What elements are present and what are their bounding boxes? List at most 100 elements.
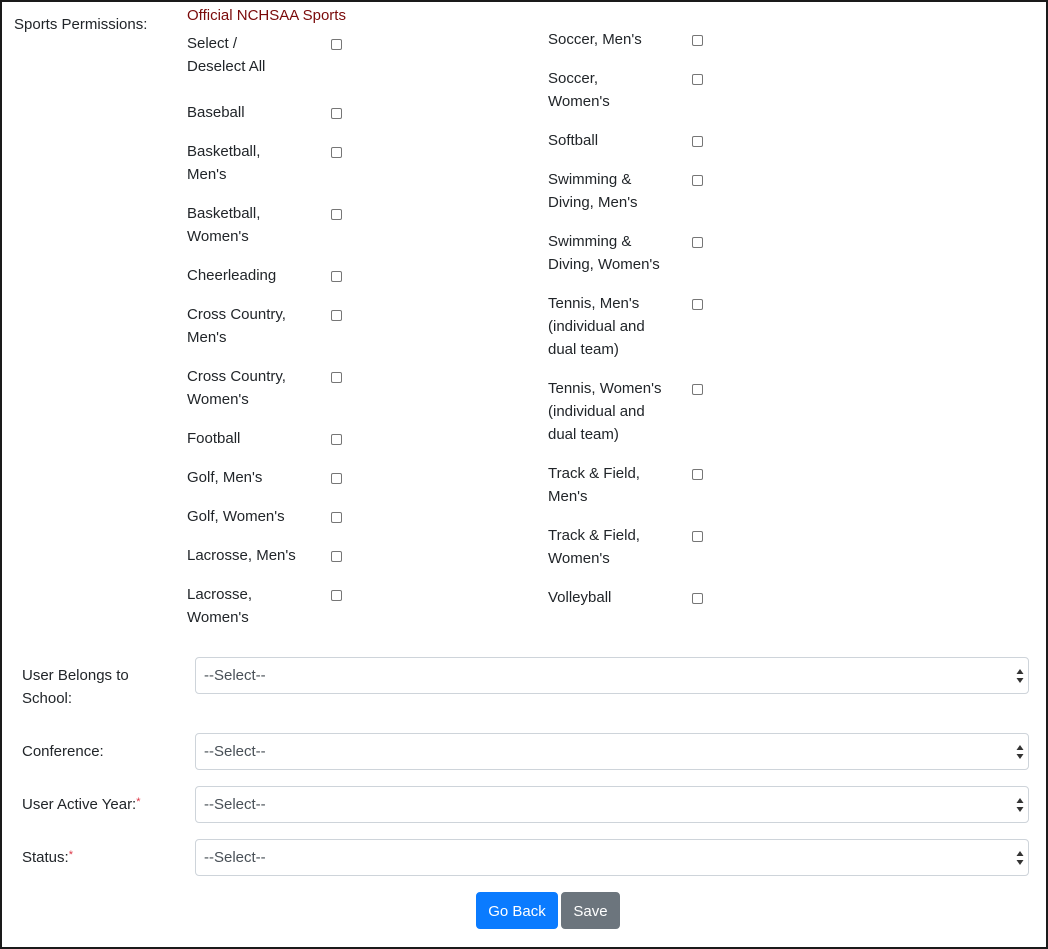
status-select-value: --Select-- [204, 849, 266, 866]
sport-checkbox[interactable] [692, 74, 703, 85]
school-label-line-1: User Belongs to [22, 667, 129, 684]
conference-select[interactable]: --Select-- [195, 733, 1029, 770]
active-year-select[interactable]: --Select-- [195, 786, 1029, 823]
sport-label: Golf, Women's [187, 505, 317, 528]
sport-label: Basketball, Men's [187, 140, 317, 186]
sport-checkbox[interactable] [692, 175, 703, 186]
sport-label: Tennis, Men's (individual and dual team) [548, 292, 678, 361]
save-button[interactable]: Save [561, 892, 620, 929]
sport-label-line: Baseball [187, 104, 245, 121]
sport-label-line: Cross Country, [187, 368, 286, 385]
sport-label-line: Lacrosse, [187, 586, 253, 603]
sport-label: Baseball [187, 101, 317, 124]
sport-label-line: Football [187, 430, 241, 447]
sport-checkbox[interactable] [331, 310, 342, 321]
sport-checkbox[interactable] [692, 531, 703, 542]
sport-label-line: Diving, Women's [548, 256, 660, 273]
sport-label-line: Diving, Men's [548, 194, 638, 211]
sport-label: Football [187, 427, 317, 450]
sport-label-line: Basketball, [187, 143, 261, 160]
status-label-text: Status: [22, 849, 69, 866]
select-arrows-icon [1016, 667, 1024, 685]
sport-label-line: Basketball, [187, 205, 261, 222]
sport-label-line: Men's [187, 166, 227, 183]
sport-label-line: Softball [548, 132, 599, 149]
sport-label: Track & Field, Women's [548, 524, 678, 570]
sport-label-line: (individual and [548, 318, 645, 335]
sport-label: Track & Field, Men's [548, 462, 678, 508]
sport-label-line: (individual and [548, 403, 645, 420]
sport-checkbox[interactable] [692, 35, 703, 46]
sport-label: Cross Country, Men's [187, 303, 317, 349]
active-year-label-text: User Active Year: [22, 796, 137, 813]
sport-label-line: Tennis, Women's [548, 380, 662, 397]
sport-label: Tennis, Women's (individual and dual team) [548, 377, 678, 446]
select-all-label: Select / Deselect All [187, 32, 317, 78]
sport-label-line: Track & Field, [548, 527, 640, 544]
sport-label-line: dual team) [548, 426, 619, 443]
sport-checkbox[interactable] [331, 147, 342, 158]
sport-label-line: Women's [187, 391, 249, 408]
status-label: Status:* [22, 846, 73, 869]
sport-label-line: Cross Country, [187, 306, 286, 323]
required-marker: * [136, 796, 141, 808]
section-title: Official NCHSAA Sports [187, 7, 346, 24]
sport-checkbox[interactable] [692, 299, 703, 310]
sport-label: Cheerleading [187, 264, 317, 287]
sport-label-line: Golf, Men's [187, 469, 263, 486]
select-arrows-icon [1016, 849, 1024, 867]
sport-checkbox[interactable] [331, 512, 342, 523]
sport-label: Lacrosse, Women's [187, 583, 317, 629]
conference-label: Conference: [22, 743, 104, 760]
sports-permissions-label: Sports Permissions: [14, 16, 148, 33]
sport-checkbox[interactable] [692, 237, 703, 248]
school-label-line-2: School: [22, 690, 73, 707]
sport-checkbox[interactable] [331, 473, 342, 484]
sport-label-line: Men's [548, 488, 588, 505]
school-select[interactable]: --Select-- [195, 657, 1029, 694]
sport-label-line: Swimming & [548, 171, 632, 188]
status-select[interactable]: --Select-- [195, 839, 1029, 876]
sport-checkbox[interactable] [692, 136, 703, 147]
sport-label-line: Cheerleading [187, 267, 277, 284]
sport-label: Cross Country, Women's [187, 365, 317, 411]
sport-checkbox[interactable] [692, 384, 703, 395]
sport-label: Swimming & Diving, Men's [548, 168, 678, 214]
sport-checkbox[interactable] [331, 372, 342, 383]
sport-checkbox[interactable] [692, 593, 703, 604]
sport-label: Basketball, Women's [187, 202, 317, 248]
sport-checkbox[interactable] [692, 469, 703, 480]
required-marker: * [68, 849, 73, 861]
sport-checkbox[interactable] [331, 551, 342, 562]
select-all-label-line-2: Deselect All [187, 58, 266, 75]
sport-label-line: Women's [187, 609, 249, 626]
sport-label: Golf, Men's [187, 466, 317, 489]
sport-label: Soccer, Women's [548, 67, 678, 113]
school-select-value: --Select-- [204, 667, 266, 684]
active-year-label: User Active Year:* [22, 793, 141, 816]
sport-label-line: Women's [187, 228, 249, 245]
sport-label-line: Lacrosse, Men's [187, 547, 296, 564]
sport-label-line: Swimming & [548, 233, 632, 250]
select-all-checkbox[interactable] [331, 39, 342, 50]
select-all-label-line-1: Select / [187, 35, 238, 52]
sport-label: Volleyball [548, 586, 678, 609]
sport-label-line: Soccer, Men's [548, 31, 642, 48]
sport-label-line: Tennis, Men's [548, 295, 640, 312]
sport-label: Softball [548, 129, 678, 152]
sport-label-line: Women's [548, 550, 610, 567]
sport-checkbox[interactable] [331, 590, 342, 601]
sport-label-line: Track & Field, [548, 465, 640, 482]
conference-select-value: --Select-- [204, 743, 266, 760]
sport-label-line: Soccer, [548, 70, 599, 87]
select-arrows-icon [1016, 796, 1024, 814]
sport-label-line: dual team) [548, 341, 619, 358]
sport-checkbox[interactable] [331, 271, 342, 282]
sport-checkbox[interactable] [331, 434, 342, 445]
sport-checkbox[interactable] [331, 108, 342, 119]
sport-checkbox[interactable] [331, 209, 342, 220]
sport-label: Lacrosse, Men's [187, 544, 317, 567]
school-label: User Belongs to School: [22, 664, 129, 710]
go-back-button[interactable]: Go Back [476, 892, 558, 929]
sport-label-line: Women's [548, 93, 610, 110]
